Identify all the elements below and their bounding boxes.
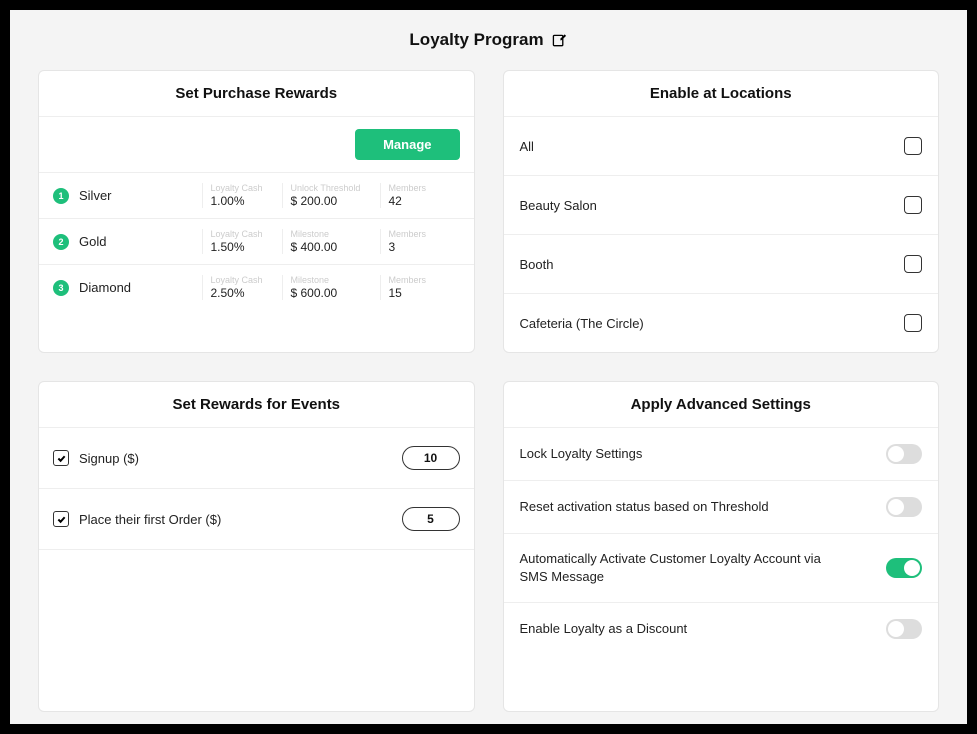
advanced-label: Enable Loyalty as a Discount — [520, 620, 688, 638]
location-checkbox[interactable] — [904, 196, 922, 214]
events-card: Set Rewards for Events Signup ($) Place … — [38, 381, 475, 712]
col-value: $ 200.00 — [291, 194, 380, 208]
advanced-title: Apply Advanced Settings — [504, 382, 939, 428]
col-label: Members — [389, 229, 460, 239]
tier-name: Silver — [79, 188, 202, 203]
tier-badge: 3 — [53, 280, 69, 296]
tier-name: Gold — [79, 234, 202, 249]
check-icon — [57, 454, 66, 463]
edit-icon[interactable] — [552, 32, 568, 48]
event-row: Place their first Order ($) — [39, 489, 474, 550]
location-row: Beauty Salon — [504, 176, 939, 235]
col-label: Loyalty Cash — [211, 183, 282, 193]
locations-title: Enable at Locations — [504, 71, 939, 117]
content-grid: Set Purchase Rewards Manage 1 Silver Loy… — [10, 70, 967, 724]
page-header: Loyalty Program — [10, 10, 967, 70]
advanced-row: Reset activation status based on Thresho… — [504, 481, 939, 534]
loyalty-discount-toggle[interactable] — [886, 619, 922, 639]
tier-badge: 2 — [53, 234, 69, 250]
manage-row: Manage — [39, 117, 474, 173]
tier-col-cash: Loyalty Cash 1.50% — [202, 229, 282, 254]
location-row: Cafeteria (The Circle) — [504, 294, 939, 352]
col-value: 3 — [389, 240, 460, 254]
tier-row[interactable]: 3 Diamond Loyalty Cash 2.50% Milestone $… — [39, 265, 474, 310]
location-checkbox[interactable] — [904, 314, 922, 332]
reset-activation-toggle[interactable] — [886, 497, 922, 517]
page: Loyalty Program Set Purchase Rewards Man… — [10, 10, 967, 724]
col-label: Milestone — [291, 275, 380, 285]
advanced-row: Lock Loyalty Settings — [504, 428, 939, 481]
event-row: Signup ($) — [39, 428, 474, 489]
tier-col-members: Members 15 — [380, 275, 460, 300]
event-checkbox[interactable] — [53, 450, 69, 466]
location-checkbox[interactable] — [904, 255, 922, 273]
check-icon — [57, 515, 66, 524]
location-label: Beauty Salon — [520, 198, 597, 213]
advanced-label: Automatically Activate Customer Loyalty … — [520, 550, 840, 586]
col-label: Members — [389, 275, 460, 285]
location-row: Booth — [504, 235, 939, 294]
tier-col-milestone: Milestone $ 400.00 — [282, 229, 380, 254]
tier-col-members: Members 42 — [380, 183, 460, 208]
col-label: Milestone — [291, 229, 380, 239]
location-label: Cafeteria (The Circle) — [520, 316, 644, 331]
col-label: Loyalty Cash — [211, 275, 282, 285]
tier-col-cash: Loyalty Cash 2.50% — [202, 275, 282, 300]
page-title: Loyalty Program — [409, 30, 543, 50]
tier-name: Diamond — [79, 280, 202, 295]
event-value-input[interactable] — [402, 446, 460, 470]
col-value: 1.00% — [211, 194, 282, 208]
locations-list: All Beauty Salon Booth Cafeteria (The Ci… — [504, 117, 939, 352]
col-label: Unlock Threshold — [291, 183, 380, 193]
tier-col-milestone: Unlock Threshold $ 200.00 — [282, 183, 380, 208]
col-value: 42 — [389, 194, 460, 208]
advanced-card: Apply Advanced Settings Lock Loyalty Set… — [503, 381, 940, 712]
advanced-list: Lock Loyalty Settings Reset activation s… — [504, 428, 939, 655]
location-checkbox[interactable] — [904, 137, 922, 155]
events-title: Set Rewards for Events — [39, 382, 474, 428]
location-row: All — [504, 117, 939, 176]
advanced-row: Enable Loyalty as a Discount — [504, 603, 939, 655]
advanced-label: Lock Loyalty Settings — [520, 445, 643, 463]
col-value: 15 — [389, 286, 460, 300]
advanced-label: Reset activation status based on Thresho… — [520, 498, 769, 516]
tier-col-milestone: Milestone $ 600.00 — [282, 275, 380, 300]
rewards-card: Set Purchase Rewards Manage 1 Silver Loy… — [38, 70, 475, 353]
tier-list: 1 Silver Loyalty Cash 1.00% Unlock Thres… — [39, 173, 474, 310]
manage-button[interactable]: Manage — [355, 129, 459, 160]
event-label: Place their first Order ($) — [79, 512, 392, 527]
tier-col-members: Members 3 — [380, 229, 460, 254]
col-value: 2.50% — [211, 286, 282, 300]
event-checkbox[interactable] — [53, 511, 69, 527]
event-value-input[interactable] — [402, 507, 460, 531]
advanced-row: Automatically Activate Customer Loyalty … — [504, 534, 939, 603]
tier-col-cash: Loyalty Cash 1.00% — [202, 183, 282, 208]
col-value: 1.50% — [211, 240, 282, 254]
tier-badge: 1 — [53, 188, 69, 204]
location-label: Booth — [520, 257, 554, 272]
rewards-title: Set Purchase Rewards — [39, 71, 474, 117]
tier-row[interactable]: 2 Gold Loyalty Cash 1.50% Milestone $ 40… — [39, 219, 474, 265]
event-label: Signup ($) — [79, 451, 392, 466]
lock-settings-toggle[interactable] — [886, 444, 922, 464]
col-label: Loyalty Cash — [211, 229, 282, 239]
location-label: All — [520, 139, 534, 154]
events-list: Signup ($) Place their first Order ($) — [39, 428, 474, 550]
col-value: $ 600.00 — [291, 286, 380, 300]
locations-card: Enable at Locations All Beauty Salon Boo… — [503, 70, 940, 353]
tier-row[interactable]: 1 Silver Loyalty Cash 1.00% Unlock Thres… — [39, 173, 474, 219]
col-value: $ 400.00 — [291, 240, 380, 254]
col-label: Members — [389, 183, 460, 193]
auto-activate-sms-toggle[interactable] — [886, 558, 922, 578]
